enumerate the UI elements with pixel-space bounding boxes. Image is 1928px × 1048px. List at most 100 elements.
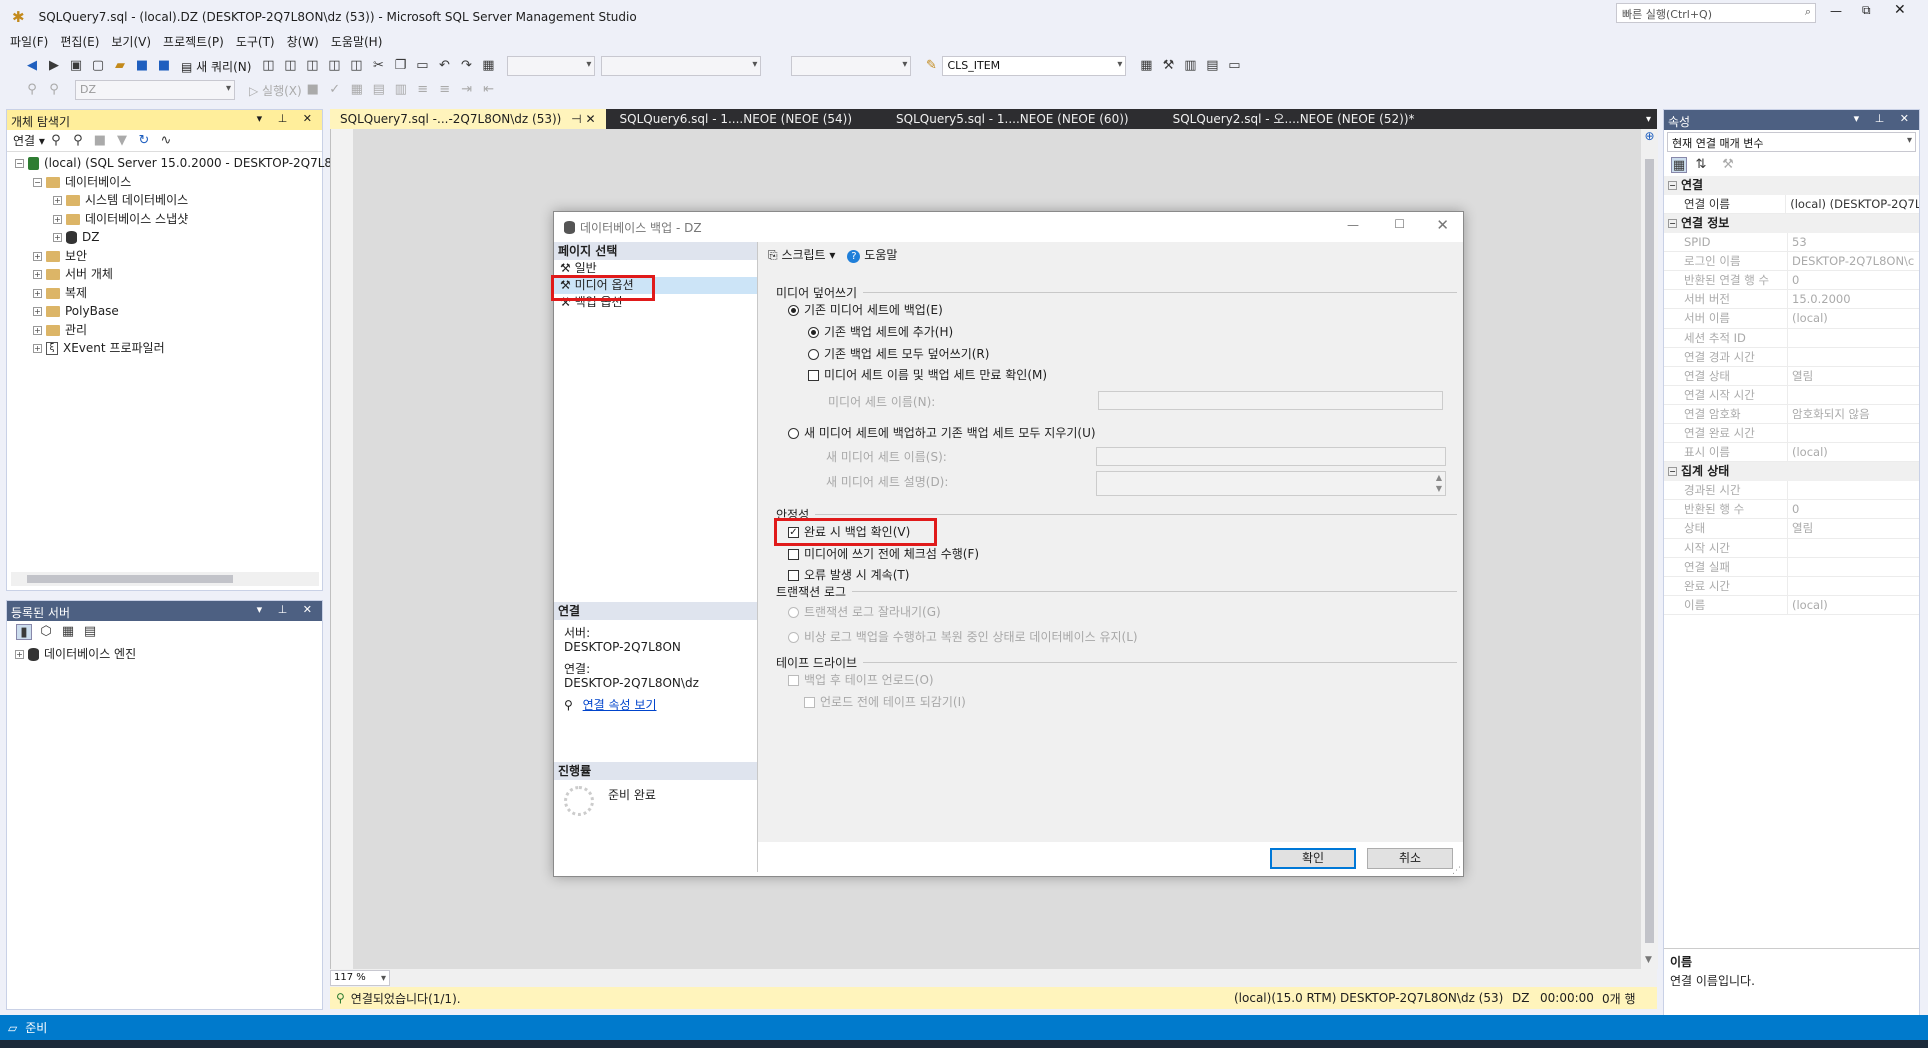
tree-node-server-objects[interactable]: + 서버 개체 [15, 265, 322, 284]
new-project-icon[interactable]: ▣ [68, 58, 84, 74]
property-row[interactable]: 완료 시간 [1664, 576, 1919, 596]
activity-monitor-icon[interactable]: ▦ [480, 58, 496, 74]
tab-overflow-icon[interactable]: ▾ [1646, 114, 1651, 125]
dmx-icon[interactable]: ◫ [304, 58, 320, 74]
menu-help[interactable]: 도움말(H) [331, 33, 383, 50]
collapse-icon[interactable]: − [1668, 219, 1677, 229]
close-button[interactable]: ✕ [1894, 2, 1906, 18]
connect-dropdown[interactable]: 연결 ▾ [13, 132, 45, 149]
property-row[interactable]: 연결 암호화 암호화되지 않음 [1664, 404, 1919, 425]
restore-button[interactable]: ⧉ [1862, 3, 1871, 18]
connect-icon[interactable]: ⚲ [48, 133, 64, 149]
tab-sqlquery5[interactable]: SQLQuery5.sql - 1....NEOE (NEOE (60)) [886, 109, 1139, 129]
resize-grip-icon[interactable]: ⋰ [1452, 866, 1461, 876]
tree-node-snapshots[interactable]: + 데이터베이스 스냅샷 [15, 210, 322, 229]
find-combo[interactable] [791, 56, 912, 76]
tree-node-xevent[interactable]: + ξ XEvent 프로파일러 [15, 339, 322, 358]
database-engine-icon[interactable]: ▮ [16, 624, 32, 640]
pin-icon[interactable]: ⊣ [571, 112, 581, 126]
existing-media-radio[interactable]: 기존 미디어 세트에 백업(E) [788, 301, 943, 318]
tree-node-security[interactable]: + 보안 [15, 247, 322, 266]
property-category[interactable]: − 집계 상태 [1664, 462, 1919, 482]
horizontal-scrollbar[interactable] [11, 572, 319, 586]
execute-button[interactable]: ▷ 실행(X) [249, 82, 302, 99]
continue-on-error-checkbox[interactable]: 오류 발생 시 계속(T) [788, 566, 909, 583]
property-row[interactable]: 연결 상태 열림 [1664, 366, 1919, 386]
collapse-icon[interactable]: − [1668, 467, 1677, 477]
database-combo[interactable]: DZ [75, 80, 235, 100]
categorized-icon[interactable]: ▦ [1671, 157, 1687, 173]
forward-icon[interactable]: ▶ [46, 58, 62, 74]
rewind-tape-checkbox[interactable]: 언로드 전에 테이프 되감기(I) [804, 693, 966, 710]
xmla-icon[interactable]: ◫ [326, 58, 342, 74]
dialog-close-button[interactable]: ✕ [1436, 216, 1449, 234]
toolbox-icon[interactable]: ▤ [1204, 58, 1220, 74]
property-row[interactable]: 연결 시작 시간 [1664, 385, 1919, 405]
check-media-checkbox[interactable]: 미디어 세트 이름 및 백업 세트 만료 확인(M) [808, 366, 1047, 383]
tree-node-replication[interactable]: + 복제 [15, 284, 322, 303]
checksum-checkbox[interactable]: 미디어에 쓰기 전에 체크섬 수행(F) [788, 545, 979, 562]
filter-icon[interactable]: ▼ [114, 133, 130, 149]
property-row[interactable]: 표시 이름 (local) [1664, 443, 1919, 463]
template-icon[interactable]: ▥ [1182, 58, 1198, 74]
property-row[interactable]: 세션 추적 ID [1664, 328, 1919, 348]
property-row[interactable]: 연결 실패 [1664, 557, 1919, 577]
tree-node-databases[interactable]: − 데이터베이스 [15, 173, 322, 192]
property-row[interactable]: 연결 이름 (local) (DESKTOP-2Q7L [1664, 195, 1919, 215]
property-row[interactable]: 연결 완료 시간 [1664, 424, 1919, 444]
stop-icon[interactable]: ■ [92, 133, 108, 149]
properties-selector[interactable]: 현재 연결 매개 변수 [1667, 132, 1916, 152]
save-all-icon[interactable]: ■ [156, 58, 172, 74]
properties-icon[interactable]: ▦ [1138, 58, 1154, 74]
menu-tools[interactable]: 도구(T) [236, 33, 275, 50]
parse-icon[interactable]: ✓ [327, 82, 343, 98]
property-row[interactable]: 경과된 시간 [1664, 481, 1919, 501]
unload-tape-checkbox[interactable]: 백업 후 테이프 언로드(O) [788, 671, 934, 688]
integration-services-icon[interactable]: ▤ [82, 624, 98, 640]
disconnect-icon[interactable]: ⚲ [70, 133, 86, 149]
solution-config-combo[interactable] [507, 56, 596, 76]
uncomment-icon[interactable]: ≡ [437, 82, 453, 98]
quick-launch-input[interactable]: 빠른 실행(Ctrl+Q) ⌕ [1616, 3, 1816, 23]
append-radio[interactable]: 기존 백업 세트에 추가(H) [808, 323, 953, 340]
back-icon[interactable]: ◀ [24, 58, 40, 74]
reporting-services-icon[interactable]: ▦ [60, 624, 76, 640]
property-row[interactable]: SPID 53 [1664, 233, 1919, 253]
new-media-radio[interactable]: 새 미디어 세트에 백업하고 기존 백업 세트 모두 지우기(U) [788, 424, 1096, 441]
overwrite-all-radio[interactable]: 기존 백업 세트 모두 덮어쓰기(R) [808, 345, 989, 362]
add-item-icon[interactable]: ▢ [90, 58, 106, 74]
stop-icon[interactable]: ■ [305, 82, 321, 98]
disconnect-icon[interactable]: ⚲ [46, 82, 62, 98]
help-button[interactable]: ? 도움말 [847, 246, 897, 263]
script-button[interactable]: ⎘ 스크립트 ▾ [768, 246, 835, 263]
dax-icon[interactable]: ◫ [348, 58, 364, 74]
panel-buttons[interactable]: ▾ ⊥ ✕ [1854, 112, 1915, 125]
menu-edit[interactable]: 편집(E) [60, 33, 99, 50]
tail-log-radio[interactable]: 비상 로그 백업을 수행하고 복원 중인 상태로 데이터베이스 유지(L) [788, 628, 1138, 645]
mdx-icon[interactable]: ◫ [282, 58, 298, 74]
platform-combo[interactable] [601, 56, 762, 76]
window-layout-icon[interactable]: ▭ [1226, 58, 1242, 74]
property-category[interactable]: − 연결 정보 [1664, 214, 1919, 234]
property-row[interactable]: 서버 버전 15.0.2000 [1664, 290, 1919, 310]
results-text-icon[interactable]: ▤ [371, 82, 387, 98]
indent-icon[interactable]: ⇥ [459, 82, 475, 98]
save-icon[interactable]: ■ [134, 58, 150, 74]
menu-window[interactable]: 창(W) [287, 33, 319, 50]
tree-node-system-db[interactable]: + 시스템 데이터베이스 [15, 191, 322, 210]
ok-button[interactable]: 확인 [1270, 848, 1356, 869]
copy-icon[interactable]: ❐ [392, 58, 408, 74]
new-query-button[interactable]: ▤ 새 쿼리(N) [181, 58, 251, 75]
alphabetical-icon[interactable]: ⇅ [1693, 157, 1709, 173]
tab-sqlquery6[interactable]: SQLQuery6.sql - 1....NEOE (NEOE (54)) [610, 109, 863, 129]
new-media-desc-input[interactable]: ▲ ▼ [1096, 471, 1446, 496]
property-row[interactable]: 연결 경과 시간 [1664, 347, 1919, 367]
results-grid-icon[interactable]: ▦ [349, 82, 365, 98]
property-row[interactable]: 반환된 행 수 0 [1664, 500, 1919, 520]
undo-icon[interactable]: ↶ [436, 58, 452, 74]
truncate-log-radio[interactable]: 트랜잭션 로그 잘라내기(G) [788, 603, 941, 620]
refresh-icon[interactable]: ↻ [136, 133, 152, 149]
property-row[interactable]: 시작 시간 [1664, 538, 1919, 558]
analysis-services-icon[interactable]: ⬡ [38, 624, 54, 640]
results-file-icon[interactable]: ▥ [393, 82, 409, 98]
